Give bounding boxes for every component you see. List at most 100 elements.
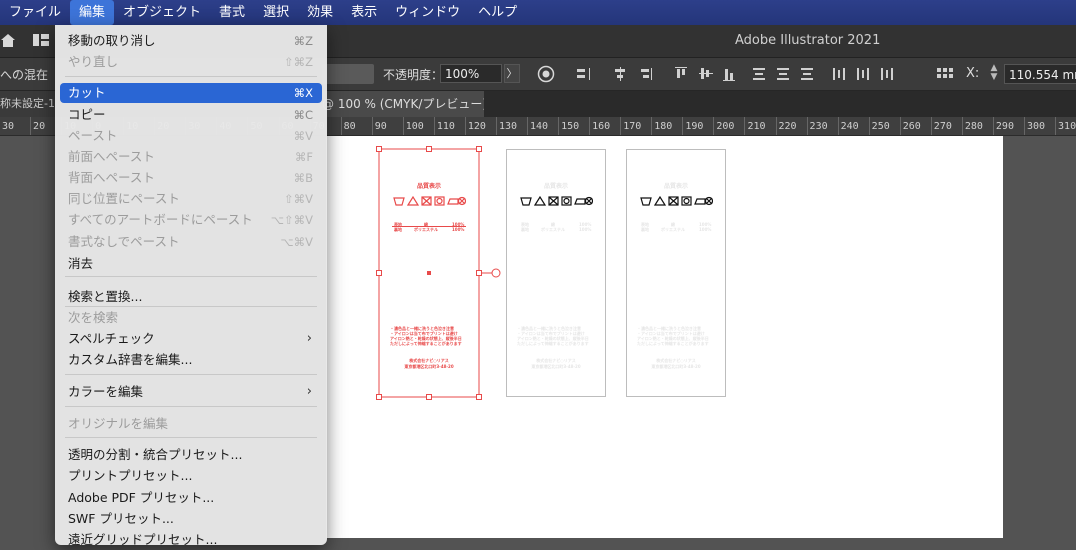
menubar-item-7[interactable]: ウィンドウ <box>386 0 469 25</box>
ruler-tick-line <box>775 117 777 135</box>
opacity-popup-button[interactable]: 〉 <box>504 64 520 83</box>
menu-item-shortcut: ⌘V <box>293 129 313 143</box>
style-swatch[interactable] <box>322 64 374 84</box>
menu-separator <box>65 276 317 277</box>
edit-menu-item-18[interactable]: プリントプリセット... <box>60 466 322 486</box>
menu-separator <box>65 374 317 375</box>
menubar-item-3[interactable]: 書式 <box>210 0 254 25</box>
menu-item-label: プリントプリセット... <box>68 468 193 483</box>
edit-menu-item-15[interactable]: カラーを編集 › <box>60 382 322 402</box>
care-note: ただしによって伸縮することがあります <box>517 341 589 346</box>
edit-menu-item-14[interactable]: カスタム辞書を編集... <box>60 350 322 370</box>
menu-item-shortcut: ⇧⌘V <box>283 192 313 206</box>
edit-menu-item-19[interactable]: Adobe PDF プリセット... <box>60 488 322 508</box>
menu-item-label: 透明の分割・統合プリセット... <box>68 447 243 462</box>
ruler-tick-label: 250 <box>871 121 890 132</box>
align-icons[interactable] <box>575 66 955 82</box>
edit-menu-item-13[interactable]: スペルチェック › <box>60 329 322 349</box>
card-title: 品質表示 <box>663 183 688 190</box>
ruler-tick-label: 120 <box>467 121 486 132</box>
menu-bar: ファイル 編集 オブジェクト 書式 選択 効果 表示 ウィンドウ ヘルプ <box>0 0 1076 25</box>
menu-item-shortcut: ⌥⌘V <box>280 235 313 249</box>
ruler-tick-label: 20 <box>33 121 46 132</box>
fabric-row-0: 裏地 <box>521 227 529 232</box>
menubar-item-4[interactable]: 選択 <box>254 0 298 25</box>
menu-item-label: 消去 <box>68 256 94 271</box>
document-tab-untitled[interactable]: 称未設定-1 <box>0 91 56 117</box>
care-label-card[interactable]: 品質表示 表地綿 100% 裏地 ポリエステル 100% ・濃色品と一緒に洗うと色泣き注意・… <box>626 149 726 397</box>
x-stepper[interactable]: ▲ ▼ <box>988 64 1000 84</box>
fabric-row-0: 裏地 <box>641 227 649 232</box>
edit-menu-item-21[interactable]: 遠近グリッドプリセット... <box>60 530 322 550</box>
menu-item-label: 書式なしでペースト <box>68 234 180 249</box>
menubar-item-2[interactable]: オブジェクト <box>114 0 210 25</box>
ruler-tick-label: 260 <box>902 121 921 132</box>
ruler-tick-line <box>589 117 591 135</box>
menu-separator <box>65 76 317 77</box>
recolor-globe-icon[interactable] <box>537 65 555 83</box>
menu-item-label: SWF プリセット... <box>68 511 174 526</box>
menubar-item-0[interactable]: ファイル <box>0 0 70 25</box>
menubar-item-6[interactable]: 表示 <box>342 0 386 25</box>
menu-item-label: ペースト <box>68 128 118 143</box>
ruler-tick-label: 230 <box>809 121 828 132</box>
ruler-tick-line <box>464 117 466 135</box>
edit-menu-item-2[interactable]: カット ⌘X <box>60 83 322 103</box>
menu-item-shortcut: ⌘F <box>294 150 313 164</box>
menu-item-label: オリジナルを編集 <box>68 416 169 431</box>
menu-item-label: Adobe PDF プリセット... <box>68 490 215 505</box>
fabric-row-2: 100% <box>699 227 712 232</box>
ruler-tick-line <box>713 117 715 135</box>
edit-menu-item-0[interactable]: 移動の取り消し ⌘Z <box>60 31 322 51</box>
edit-menu-item-3[interactable]: コピー ⌘C <box>60 105 322 125</box>
workspace-layout-icon[interactable] <box>33 34 49 46</box>
edit-menu-dropdown: 移動の取り消し ⌘Z やり直し ⇧⌘Z カット ⌘X コピー ⌘C ペースト ⌘V 前面へペースト ⌘… <box>55 25 327 547</box>
ruler-tick-label: 240 <box>840 121 859 132</box>
menu-item-label: カラーを編集 <box>68 384 144 399</box>
document-tab-active[interactable]: @ 100 % (CMYK/プレビュー) <box>300 91 484 117</box>
ruler-tick-label: 180 <box>654 121 673 132</box>
ruler-tick-line <box>806 117 808 135</box>
edit-menu-item-12: 次を検索 <box>60 308 322 328</box>
fabric-row-1: ポリエステル <box>661 227 685 232</box>
menu-item-shortcut: ⌘B <box>293 171 313 185</box>
x-coordinate-input[interactable]: 110.554 mr <box>1004 64 1076 84</box>
home-icon[interactable] <box>0 32 16 48</box>
ruler-tick-line <box>837 117 839 135</box>
ruler-tick-label: 90 <box>374 121 387 132</box>
ruler-tick-line <box>651 117 653 135</box>
edit-menu-item-5: 前面へペースト ⌘F <box>60 147 322 167</box>
edit-menu-item-1: やり直し ⇧⌘Z <box>60 52 322 72</box>
ruler-tick-label: 140 <box>530 121 549 132</box>
menu-item-label: やり直し <box>68 54 119 69</box>
ruler-tick-line <box>371 117 373 135</box>
ruler-tick-label: 290 <box>995 121 1014 132</box>
edit-menu-item-17[interactable]: 透明の分割・統合プリセット... <box>60 445 322 465</box>
menu-item-shortcut: ⌘Z <box>293 34 313 48</box>
edit-menu-item-16: オリジナルを編集 <box>60 414 322 434</box>
menubar-item-5[interactable]: 効果 <box>298 0 342 25</box>
edit-menu-item-10[interactable]: 消去 <box>60 254 322 274</box>
ruler-tick-label: 270 <box>933 121 952 132</box>
care-label-card[interactable]: 品質表示 表地綿 100% 裏地 ポリエステル 100% ・濃色品と一緒に洗うと色泣き注意・… <box>506 149 606 397</box>
opacity-input[interactable]: 100% <box>440 64 502 83</box>
edit-menu-item-11[interactable]: 検索と置換... <box>60 287 322 307</box>
ruler-tick-line <box>930 117 932 135</box>
ruler-tick-label: 200 <box>716 121 735 132</box>
opacity-label: 不透明度： <box>383 68 444 82</box>
menubar-item-1[interactable]: 編集 <box>70 0 115 25</box>
edit-menu-item-8: すべてのアートボードにペースト ⌥⇧⌘V <box>60 210 322 230</box>
edit-menu-item-6: 背面へペースト ⌘B <box>60 168 322 188</box>
ruler-tick-label: 210 <box>747 121 766 132</box>
ruler-tick-line <box>744 117 746 135</box>
ruler-tick-label: 110 <box>436 121 455 132</box>
menu-item-label: すべてのアートボードにペースト <box>68 212 253 227</box>
edit-menu-item-20[interactable]: SWF プリセット... <box>60 509 322 529</box>
selection-bounding-box[interactable] <box>372 144 506 404</box>
edit-menu-item-9: 書式なしでペースト ⌥⌘V <box>60 232 322 252</box>
company-line: 東京都港区北口町3-48-20 <box>651 364 701 369</box>
ruler-tick-line <box>340 117 342 135</box>
ruler-tick-label: 310 <box>1058 121 1076 132</box>
menubar-item-8[interactable]: ヘルプ <box>469 0 526 25</box>
ruler-tick-label: 300 <box>1026 121 1046 132</box>
